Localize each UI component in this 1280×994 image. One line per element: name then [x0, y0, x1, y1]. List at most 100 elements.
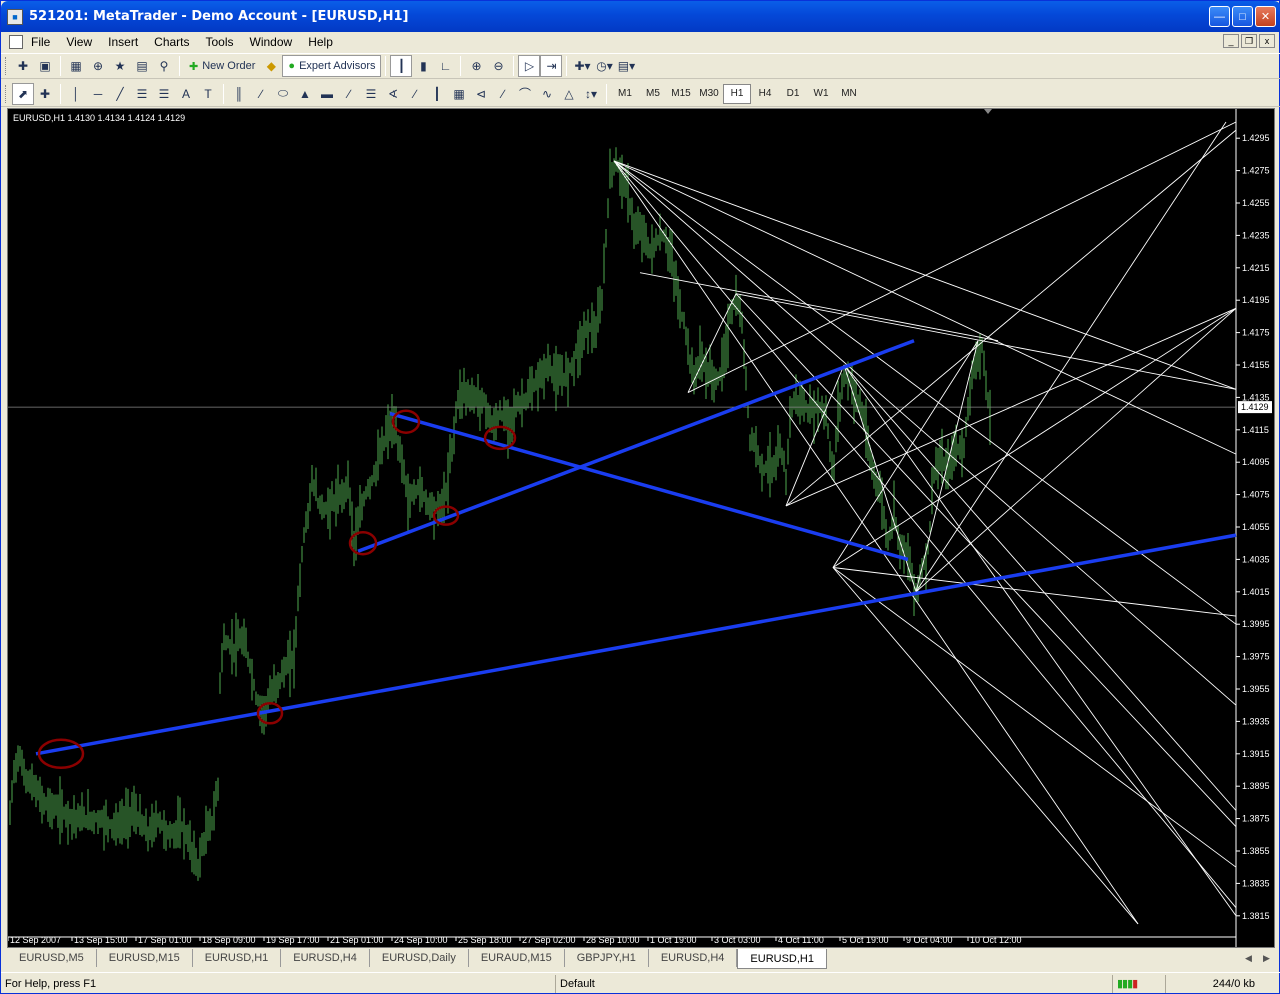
candlesticks-icon[interactable]: ▮ [412, 55, 434, 77]
horizontal-line-icon[interactable]: ─ [87, 83, 109, 105]
tab-scroll-left-icon[interactable]: ◀ [1245, 953, 1252, 964]
data-window-icon[interactable]: ⊕ [87, 55, 109, 77]
timeframe-d1[interactable]: D1 [779, 84, 807, 104]
fibo-arcs-icon[interactable]: ⌒ [514, 83, 536, 105]
cursor-icon[interactable]: ⬈ [12, 82, 34, 105]
gann-line-icon[interactable]: ∕ [404, 83, 426, 105]
minimize-button[interactable]: — [1209, 6, 1230, 27]
analysis-line [832, 567, 1237, 617]
child-minimize-button[interactable]: _ [1223, 34, 1239, 48]
child-close-button[interactable]: x [1259, 34, 1275, 48]
equidistant-channel-icon[interactable]: ∕ [250, 83, 272, 105]
fibo-time-icon[interactable]: ┃ [426, 83, 448, 105]
price-label: 1.4055 [1242, 522, 1270, 532]
zoom-in-icon[interactable]: ⊕ [465, 55, 487, 77]
timeframe-m5[interactable]: M5 [639, 84, 667, 104]
regression-channel-icon[interactable]: ∕ [492, 83, 514, 105]
price-label: 1.4215 [1242, 263, 1270, 273]
toolbar-grip[interactable] [5, 84, 8, 103]
profiles-icon[interactable]: ▣ [34, 55, 56, 77]
analysis-line [843, 364, 1237, 917]
new-order-button[interactable]: ✚ New Order [184, 55, 260, 77]
chart-tab[interactable]: EURAUD,M15 [469, 949, 565, 967]
separator [460, 56, 462, 76]
fibo-expansion-icon[interactable]: ☰ [360, 83, 382, 105]
price-chart[interactable]: EURUSD,H1 1.4130 1.4134 1.4124 1.4129 1.4… [8, 109, 1274, 947]
chart-tab[interactable]: EURUSD,M15 [97, 949, 193, 967]
status-profile: Default [555, 974, 1112, 993]
stddev-channel-icon[interactable]: ∿ [536, 83, 558, 105]
menu-tools[interactable]: Tools [198, 35, 242, 49]
timeframe-m15[interactable]: M15 [667, 84, 695, 104]
chart-tab[interactable]: GBPJPY,H1 [565, 949, 649, 967]
time-label: 10 Oct 12:00 [970, 935, 1022, 945]
terminal-icon[interactable]: ▤ [131, 55, 153, 77]
gann-fan-icon[interactable]: ∢ [382, 83, 404, 105]
crosshair-icon[interactable]: ✚ [34, 83, 56, 105]
vertical-line-icon[interactable]: │ [65, 83, 87, 105]
time-label: 25 Sep 18:00 [458, 935, 512, 945]
chart-shift-icon[interactable]: ⇥ [540, 55, 563, 77]
time-label: 13 Sep 15:00 [74, 935, 128, 945]
menu-charts[interactable]: Charts [146, 35, 197, 49]
menu-window[interactable]: Window [242, 35, 301, 49]
text-icon[interactable]: A [175, 83, 197, 105]
templates-icon[interactable]: ▤▾ [615, 55, 637, 77]
fibo-channel-icon[interactable]: ∕ [338, 83, 360, 105]
maximize-button[interactable]: □ [1232, 6, 1253, 27]
toolbar-grip[interactable] [5, 57, 8, 75]
time-label: 17 Sep 01:00 [138, 935, 192, 945]
text-label-icon[interactable]: T [197, 83, 219, 105]
chart-tab[interactable]: EURUSD,H1 [737, 949, 827, 969]
timeframe-mn[interactable]: MN [835, 84, 863, 104]
price-label: 1.3855 [1242, 846, 1270, 856]
strategy-tester-icon[interactable]: ⚲ [153, 55, 175, 77]
window-title: 521201: MetaTrader - Demo Account - [EUR… [29, 9, 409, 24]
menu-view[interactable]: View [58, 35, 100, 49]
ellipse-icon[interactable]: ⬭ [272, 83, 294, 105]
gann-grid-icon[interactable]: ▦ [448, 83, 470, 105]
metaeditor-icon[interactable]: ◆ [260, 55, 282, 77]
chart-tab[interactable]: EURUSD,Daily [370, 949, 469, 967]
time-label: 1 Oct 19:00 [650, 935, 697, 945]
line-studies-toolbar: ⬈ ✚ │ ─ ╱ ☰ ☰ A T ║ ∕ ⬭ ▲ ▬ ∕ ☰ ∢ ∕ ┃ ▦ … [1, 81, 1280, 107]
auto-scroll-icon[interactable]: ▷ [518, 55, 541, 77]
menu-insert[interactable]: Insert [100, 35, 146, 49]
andrews-pitchfork-icon[interactable]: ⊲ [470, 83, 492, 105]
chart-tab[interactable]: EURUSD,H1 [193, 949, 282, 967]
close-button[interactable]: ✕ [1255, 6, 1276, 27]
fibo-fan-icon[interactable]: ☰ [153, 83, 175, 105]
rectangle-icon[interactable]: ▬ [316, 83, 338, 105]
tab-scroll-right-icon[interactable]: ▶ [1263, 953, 1270, 964]
timeframe-h1[interactable]: H1 [723, 83, 751, 104]
expert-advisors-button[interactable]: ● Expert Advisors [282, 55, 382, 77]
bar-chart-icon[interactable]: ┃ [390, 55, 413, 77]
triangle-icon[interactable]: ▲ [294, 83, 316, 105]
timeframe-h4[interactable]: H4 [751, 84, 779, 104]
fibonacci-icon[interactable]: ☰ [131, 83, 153, 105]
market-watch-icon[interactable]: ▦ [65, 55, 87, 77]
zoom-out-icon[interactable]: ⊖ [487, 55, 509, 77]
child-restore-button[interactable]: ❐ [1241, 34, 1257, 48]
timeframe-m30[interactable]: M30 [695, 84, 723, 104]
trendline-icon[interactable]: ╱ [109, 83, 131, 105]
indicators-icon[interactable]: ✚▾ [571, 55, 593, 77]
line-chart-icon[interactable]: ∟ [434, 55, 456, 77]
timeframe-m1[interactable]: M1 [611, 84, 639, 104]
chart-window[interactable]: EURUSD,H1 1.4130 1.4134 1.4124 1.4129 1.4… [7, 108, 1275, 948]
title-bar[interactable]: ■ 521201: MetaTrader - Demo Account - [E… [1, 1, 1280, 32]
arrows-icon[interactable]: △ [558, 83, 580, 105]
chart-tab[interactable]: EURUSD,H4 [649, 949, 738, 967]
periods-icon[interactable]: ◷▾ [593, 55, 615, 77]
app-icon: ■ [7, 8, 23, 25]
menu-help[interactable]: Help [300, 35, 341, 49]
navigator-icon[interactable]: ★ [109, 55, 131, 77]
cycle-lines-icon[interactable]: ║ [228, 83, 250, 105]
menu-file[interactable]: File [23, 35, 58, 49]
chart-tab[interactable]: EURUSD,H4 [281, 949, 370, 967]
new-chart-icon[interactable]: ✚ [12, 55, 34, 77]
chart-tab[interactable]: EURUSD,M5 [7, 949, 97, 967]
document-icon[interactable] [9, 35, 23, 49]
arrow-dropdown-icon[interactable]: ↕▾ [580, 83, 602, 105]
timeframe-w1[interactable]: W1 [807, 84, 835, 104]
